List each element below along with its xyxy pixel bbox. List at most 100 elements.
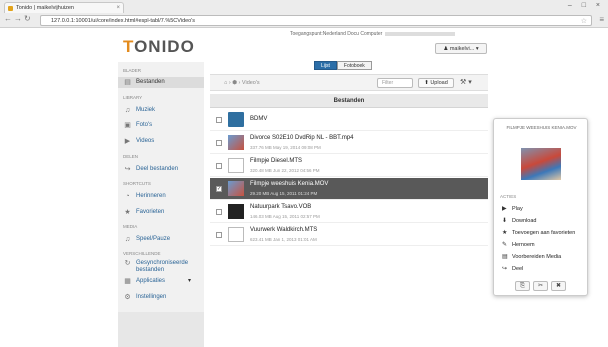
video-camera-icon: [228, 204, 244, 219]
upload-button[interactable]: ⬆ Upload: [418, 78, 454, 88]
toolbar: ⌂ › ⬢ › Video's Filter ⬆ Upload ⚒ ▾: [210, 74, 488, 91]
table-row[interactable]: BDMV: [210, 109, 488, 131]
window-controls[interactable]: – □ ×: [568, 2, 604, 9]
file-details-panel: FILMPJE WEESHUIS KENIA.MOV ACTIES ▶ Play …: [493, 118, 588, 296]
tools-menu-button[interactable]: ⚒ ▾: [460, 78, 472, 86]
gear-icon: ⚙: [124, 294, 131, 301]
sidebar-item-favorieten[interactable]: ★ Favorieten: [118, 207, 204, 218]
caret-down-icon: ▾: [188, 278, 192, 284]
table-row[interactable]: Filmpje Diesel.MTS 320.48 MB Jun 22, 201…: [210, 155, 488, 177]
sidebar-item-instellingen[interactable]: ⚙ Instellingen: [118, 292, 204, 303]
document-icon: [228, 227, 244, 242]
sync-icon: ↻: [124, 260, 131, 267]
files-icon: ▤: [124, 79, 131, 86]
action-share[interactable]: ↪ Deel: [502, 265, 523, 273]
action-play[interactable]: ▶ Play: [502, 205, 523, 213]
table-row-selected[interactable]: ✓ Filmpje weeshuis Kenia.MOV 29.20 MB Au…: [210, 178, 488, 200]
address-bar[interactable]: 127.0.0.1:10001/ui/core/index.html#espl-…: [40, 15, 592, 26]
actions-label: ACTIES: [500, 194, 517, 199]
row-checkbox[interactable]: [216, 140, 222, 146]
close-tab-icon[interactable]: ×: [116, 3, 120, 13]
table-row[interactable]: Divorce S02E10 DvdRip NL - BBT.mp4 337.7…: [210, 132, 488, 154]
sidebar-item-fotos[interactable]: ▣ Foto's: [118, 120, 204, 131]
url-text: 127.0.0.1:10001/ui/core/index.html#espl-…: [51, 18, 196, 24]
delete-button[interactable]: ✖: [551, 281, 566, 291]
action-rename[interactable]: ✎ Hernoem: [502, 241, 535, 249]
view-toggle[interactable]: Lijst Fotoboek: [314, 61, 372, 70]
file-name[interactable]: Natuurpark Tsavo.VOB: [250, 204, 311, 210]
video-icon: ▶: [124, 138, 131, 145]
file-meta: 320.48 MB Jun 22, 2012 04:56 PM: [250, 168, 320, 173]
star-icon: ★: [502, 230, 508, 236]
reload-icon[interactable]: ↻: [24, 14, 33, 23]
panel-buttons: ⎘ ✂ ✖: [515, 281, 566, 291]
row-checkbox[interactable]: [216, 117, 222, 123]
browser-chrome: Tonido | maikelvijhuizen × – □ × ←→↻ 127…: [0, 0, 608, 28]
file-name[interactable]: Vuurwerk Waldkirch.MTS: [250, 227, 317, 233]
browser-menu-icon[interactable]: ≡: [599, 15, 604, 24]
share-icon: ↪: [124, 166, 131, 173]
table-header: Bestanden: [210, 94, 488, 108]
sidebar-item-synced-files[interactable]: ↻ Gesynchroniseerde bestanden: [118, 258, 204, 276]
browser-tab[interactable]: Tonido | maikelvijhuizen ×: [4, 2, 124, 13]
back-arrow-icon[interactable]: ←: [4, 14, 14, 23]
edit-icon: ✎: [502, 242, 508, 248]
tab-list-view[interactable]: Lijst: [314, 61, 337, 70]
row-checkbox[interactable]: [216, 209, 222, 215]
file-name[interactable]: Filmpje Diesel.MTS: [250, 158, 302, 164]
music-icon: ♫: [124, 107, 131, 114]
file-meta: 146.03 MB Aug 15, 2011 02:57 PM: [250, 214, 320, 219]
file-name[interactable]: Filmpje weeshuis Kenia.MOV: [250, 181, 328, 187]
folder-icon: [228, 112, 244, 127]
video-thumbnail: [228, 181, 244, 196]
sidebar-item-herinneren[interactable]: ◔ Herinneren: [118, 191, 204, 202]
music-note-icon: ♫: [124, 236, 131, 243]
action-download[interactable]: ⬇ Download: [502, 217, 536, 225]
clock-icon: ◔: [125, 193, 130, 200]
sidebar-item-speel-pauze[interactable]: ♫ Speel/Pauze: [118, 234, 204, 245]
section-blader: BLADER: [123, 68, 142, 73]
file-meta: 29.20 MB Aug 15, 2011 01:24 PM: [250, 191, 318, 196]
tonido-logo: TONIDO: [123, 37, 195, 56]
sidebar-item-deel-bestanden[interactable]: ↪ Deel bestanden: [118, 164, 204, 175]
access-point-label: Toegangspunt:Nederland Docu Computer: [290, 31, 456, 37]
file-meta: 337.76 MB May 19, 2014 09:08 PM: [250, 145, 321, 150]
forward-arrow-icon[interactable]: →: [14, 14, 24, 23]
download-icon: ⬇: [502, 218, 508, 224]
tab-photobook-view[interactable]: Fotoboek: [336, 61, 372, 70]
video-thumbnail: [228, 135, 244, 150]
table-row[interactable]: Natuurpark Tsavo.VOB 146.03 MB Aug 15, 2…: [210, 201, 488, 223]
section-media: MEDIA: [123, 224, 138, 229]
breadcrumb[interactable]: ⌂ › ⬢ › Video's: [224, 80, 260, 86]
file-name[interactable]: BDMV: [250, 116, 267, 122]
row-checkbox-checked[interactable]: ✓: [216, 186, 222, 192]
nav-buttons[interactable]: ←→↻: [4, 14, 33, 23]
row-checkbox[interactable]: [216, 163, 222, 169]
sidebar-item-bestanden[interactable]: ▤ Bestanden: [118, 77, 204, 88]
table-row[interactable]: Vuurwerk Waldkirch.MTS 623.41 MB Jan 1, …: [210, 224, 488, 246]
cut-button[interactable]: ✂: [533, 281, 548, 291]
play-icon: ▶: [502, 206, 507, 212]
sidebar-item-applicaties[interactable]: ▦ Applicaties ▾: [118, 276, 204, 287]
action-prepare-media[interactable]: ▤ Voorbereiden Media: [502, 253, 561, 261]
sidebar-item-muziek[interactable]: ♫ Muziek: [118, 105, 204, 116]
section-library: LIBRARY: [123, 95, 143, 100]
share-icon: ↪: [502, 266, 508, 272]
apps-icon: ▦: [124, 278, 131, 285]
copy-button[interactable]: ⎘: [515, 281, 530, 291]
user-menu-button[interactable]: ♟ maikelvi... ▾: [435, 43, 487, 54]
filter-input[interactable]: Filter: [377, 78, 413, 88]
section-delen: DELEN: [123, 154, 139, 159]
bookmark-star-icon[interactable]: ☆: [581, 17, 587, 27]
sidebar-footer: [118, 312, 204, 347]
tonido-favicon-icon: [8, 6, 13, 11]
photo-icon: ▣: [124, 122, 131, 129]
preview-image: [521, 148, 561, 180]
sidebar-item-videos[interactable]: ▶ Videos: [118, 136, 204, 147]
action-add-favorite[interactable]: ★ Toevoegen aan favorieten: [502, 229, 575, 237]
row-checkbox[interactable]: [216, 232, 222, 238]
star-icon: ★: [124, 209, 131, 216]
section-shortcuts: SHORTCUTS: [123, 181, 151, 186]
sidebar: BLADER ▤ Bestanden LIBRARY ♫ Muziek ▣ Foto'…: [118, 62, 204, 347]
file-name[interactable]: Divorce S02E10 DvdRip NL - BBT.mp4: [250, 135, 354, 141]
